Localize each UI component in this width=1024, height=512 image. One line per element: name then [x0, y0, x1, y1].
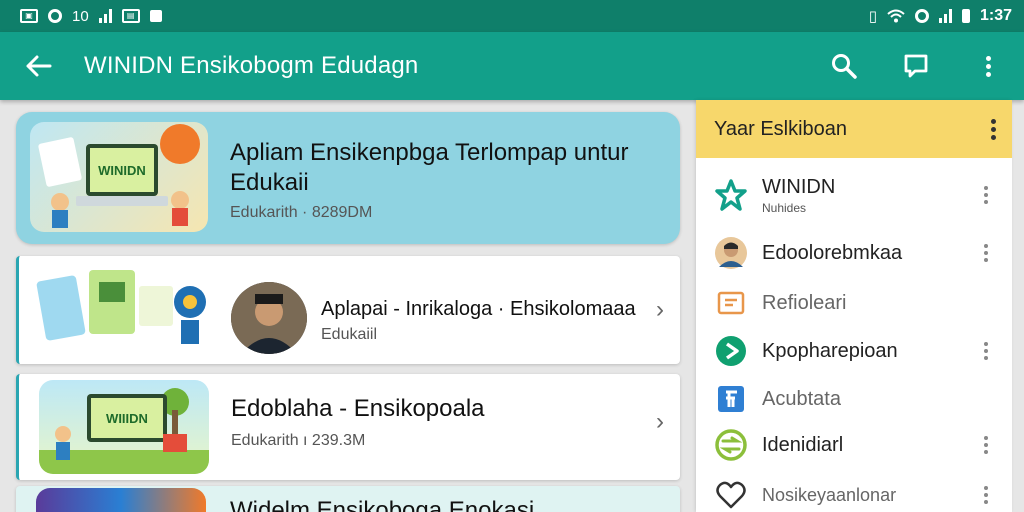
clock: 1:37: [979, 7, 1012, 24]
list-item[interactable]: Widelm Ensikoboga Enokasi: [16, 486, 680, 512]
sync-icon: [48, 9, 62, 23]
panel-item-sublabel: Nuhides: [762, 200, 807, 215]
battery-icon: [961, 9, 970, 23]
chevron-right-icon: ›: [656, 408, 664, 435]
panel-title: Yaar Eslkiboan: [714, 117, 848, 140]
featured-thumb-text: WINIDN: [98, 163, 146, 178]
photo-icon: ▣: [20, 9, 38, 23]
status-left-text: 10: [72, 7, 89, 25]
card-thumbnail: WIIIDN: [39, 380, 209, 474]
more-vert-icon[interactable]: [974, 342, 998, 360]
status-bar: ▣ 10 ▤ ▯ 1:37: [0, 0, 1024, 32]
panel-item-label: Refioleari: [762, 291, 847, 314]
avatar: [231, 282, 307, 354]
signal-icon: [98, 9, 112, 23]
wifi-icon: [887, 9, 905, 23]
globe-icon: [714, 428, 748, 462]
panel-item-reference[interactable]: Refioleari: [696, 280, 1012, 326]
vibrate-icon: ▯: [868, 8, 877, 25]
card-subtitle: Edukarith · 8289DM: [230, 204, 373, 221]
search-icon: [832, 54, 857, 79]
more-options-button[interactable]: [952, 32, 1024, 100]
star-icon: [714, 178, 748, 212]
app-bar: WINIDN Ensikobogm Edudagn: [0, 32, 1024, 100]
panel-item-play[interactable]: Kpopharepioan: [696, 328, 1012, 374]
panel-item-label: Kpopharepioan: [762, 339, 898, 362]
chevron-right-icon: ›: [656, 296, 664, 323]
play-icon: [714, 334, 748, 368]
signal-icon-2: [938, 9, 952, 23]
encyclopedia-list: WINIDN Apliam Ensikenpbga Terlompap untu…: [16, 112, 680, 512]
heart-icon: [714, 478, 748, 512]
card-title: Edoblaha - Ensikopoala: [231, 395, 485, 422]
panel-item-favorites[interactable]: Nosikeyaanlonar: [696, 472, 1012, 512]
featured-thumbnail: WINIDN: [30, 122, 208, 232]
more-vert-icon[interactable]: [974, 486, 998, 504]
more-vert-icon[interactable]: [974, 186, 998, 204]
more-vert-icon: [985, 55, 991, 77]
card-title: Aplapai - Inrikaloga · Ehsikolomaaa: [321, 298, 636, 320]
panel-item-label: Nosikeyaanlonar: [762, 484, 897, 505]
flag-icon: [714, 382, 748, 416]
list-item[interactable]: Aplapai - Inrikaloga · Ehsikolomaaa Eduk…: [16, 256, 680, 364]
panel-header: Yaar Eslkiboan: [696, 100, 1012, 158]
card-thumb-text: WIIIDN: [106, 411, 148, 426]
more-vert-icon[interactable]: [974, 436, 998, 454]
arrow-back-icon: [26, 55, 52, 77]
more-vert-icon[interactable]: [974, 244, 998, 262]
image-icon: ▤: [121, 9, 140, 23]
side-panel: Yaar Eslkiboan WINIDN Nuhides Edoolorebm…: [696, 100, 1012, 512]
featured-card[interactable]: WINIDN Apliam Ensikenpbga Terlompap untu…: [16, 112, 680, 244]
card-subtitle: Edukarith ı 239.3M: [231, 432, 366, 449]
panel-item-winidn[interactable]: WINIDN Nuhides: [696, 170, 1012, 220]
message-button[interactable]: [880, 32, 952, 100]
card-thumbnail: [36, 488, 206, 512]
alarm-icon: [914, 9, 929, 23]
search-button[interactable]: [808, 32, 880, 100]
avatar: [714, 236, 748, 270]
panel-item-label: Acubtata: [762, 387, 841, 410]
card-title: Apliam Ensikenpbga Terlompap untur Eduka…: [230, 139, 629, 196]
message-icon: [904, 54, 928, 78]
document-icon: [714, 286, 748, 320]
panel-item-label: Idenidiarl: [762, 433, 844, 456]
panel-item-profile[interactable]: Edoolorebmkaa: [696, 230, 1012, 276]
back-button[interactable]: [0, 32, 76, 100]
featured-illustration: WINIDN: [38, 124, 200, 228]
panel-item-label: Edoolorebmkaa: [762, 241, 903, 264]
card-subtitle: Edukaiil: [321, 326, 378, 343]
panel-item-activity[interactable]: Acubtata: [696, 376, 1012, 422]
card-thumbnail: [35, 264, 211, 356]
card-title: Widelm Ensikoboga Enokasi: [230, 497, 535, 512]
app-title: WINIDN Ensikobogm Edudagn: [84, 52, 419, 79]
notification-icon: [149, 10, 162, 22]
list-item[interactable]: WIIIDN Edoblaha - Ensikopoala Edukarith …: [16, 374, 680, 480]
panel-item-identity[interactable]: Idenidiarl: [696, 422, 1012, 468]
more-vert-icon[interactable]: [991, 118, 996, 140]
panel-item-label: WINIDN: [762, 175, 836, 198]
